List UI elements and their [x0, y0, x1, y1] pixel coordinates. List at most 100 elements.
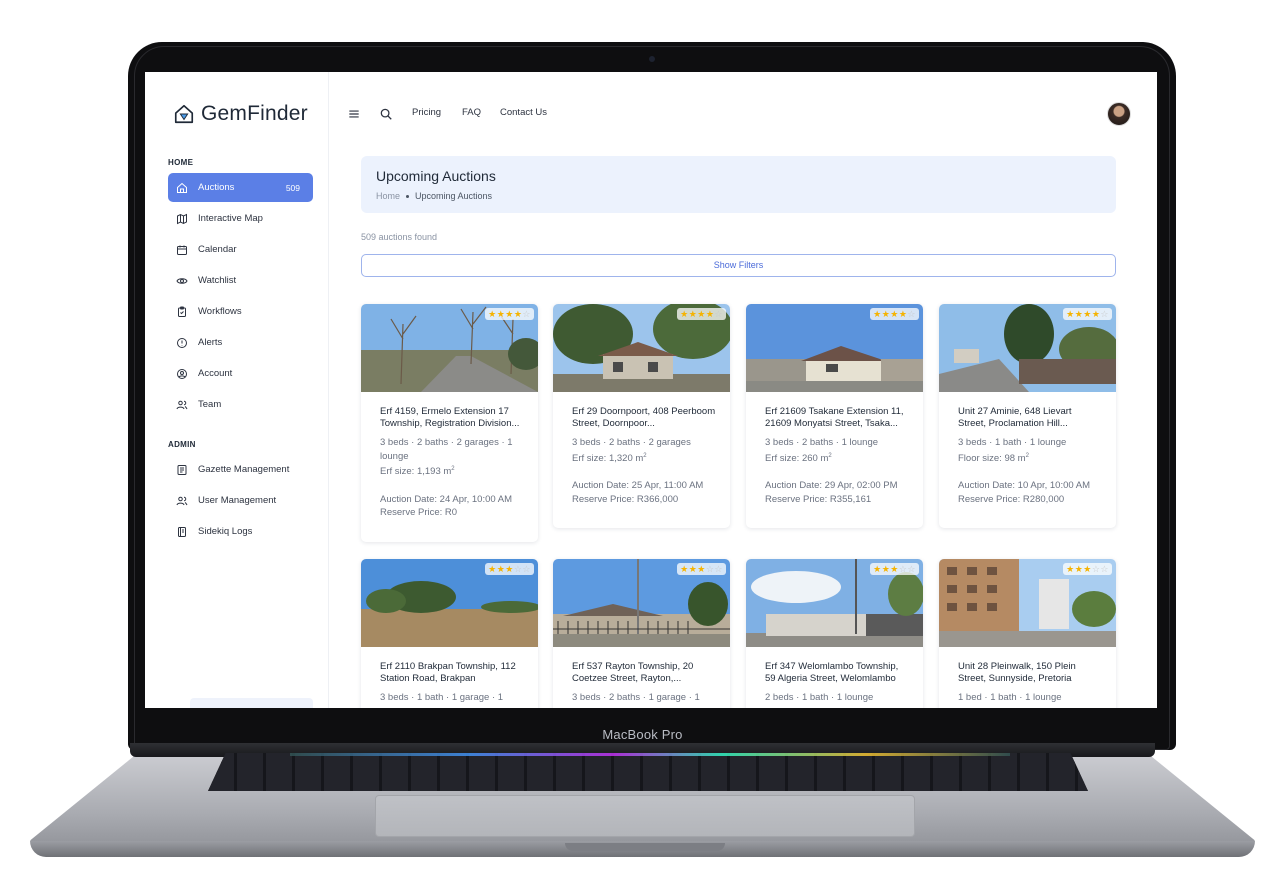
- home-icon: [177, 182, 187, 193]
- property-photo: ★★★★☆: [361, 304, 538, 392]
- reserve-price: Reserve Price: R366,000: [572, 493, 679, 505]
- property-photo: ★★★★☆: [939, 304, 1116, 392]
- auction-card[interactable]: ★★★☆☆ Erf 347 Welomlambo Township, 59 Al…: [746, 559, 923, 708]
- users-icon: [176, 496, 188, 505]
- sidebar-item-label: Alerts: [198, 337, 223, 348]
- card-features: 3 beds · 2 baths · 1 lounge: [765, 437, 879, 448]
- sidebar-item-workflows[interactable]: Workflows: [168, 297, 313, 326]
- auction-card[interactable]: ★★★★☆ Unit 27 Aminie, 648 Lievart Street…: [939, 304, 1116, 528]
- property-photo: ★★★★☆: [553, 304, 730, 392]
- sidebar-item-sidekiq-logs[interactable]: Sidekiq Logs: [168, 517, 313, 546]
- sidebar-item-label: Workflows: [198, 306, 242, 317]
- device-label: MacBook Pro: [602, 727, 683, 742]
- property-photo: ★★★☆☆: [553, 559, 730, 647]
- search-icon[interactable]: [379, 107, 393, 121]
- nav-link-faq[interactable]: FAQ: [462, 107, 481, 118]
- rating-stars: ★★★☆☆: [870, 563, 919, 575]
- rating-stars: ★★★★☆: [1063, 308, 1112, 320]
- sidebar-item-label: Account: [198, 368, 233, 379]
- rating-stars: ★★★☆☆: [485, 563, 534, 575]
- sidebar-item-calendar[interactable]: Calendar: [168, 235, 313, 264]
- map-icon: [177, 213, 187, 224]
- show-filters-button[interactable]: Show Filters: [361, 254, 1116, 277]
- property-photo: ★★★★☆: [746, 304, 923, 392]
- reserve-price: Reserve Price: R0: [380, 507, 458, 519]
- auction-card[interactable]: ★★★★☆ Erf 21609 Tsakane Extension 11, 21…: [746, 304, 923, 528]
- sidebar-item-gazette-management[interactable]: Gazette Management: [168, 455, 313, 484]
- auction-date: Auction Date: 29 Apr, 02:00 PM: [765, 480, 898, 492]
- auction-card[interactable]: ★★★☆☆ Erf 2110 Brakpan Township, 112 Sta…: [361, 559, 538, 708]
- card-size: Erf size: 1,193 m2: [380, 466, 455, 478]
- nav-link-pricing[interactable]: Pricing: [412, 107, 441, 118]
- app-screen: GemFinder HOME Auctions 509 Interactive …: [145, 72, 1157, 708]
- card-title: Erf 347 Welomlambo Township, 59 Algeria …: [765, 661, 899, 684]
- card-title: Erf 2110 Brakpan Township, 112 Station R…: [380, 661, 516, 684]
- page-header: Upcoming Auctions Home Upcoming Auctions: [361, 156, 1116, 213]
- card-title: Unit 27 Aminie, 648 Lievart Street, Proc…: [958, 406, 1072, 429]
- card-size: Erf size: 1,320 m2: [572, 452, 647, 464]
- logo[interactable]: GemFinder: [173, 102, 308, 126]
- sidebar: GemFinder HOME Auctions 509 Interactive …: [145, 72, 329, 708]
- breadcrumb-home[interactable]: Home: [376, 191, 400, 201]
- sidebar-item-auctions[interactable]: Auctions 509: [168, 173, 313, 202]
- sidebar-item-label: Interactive Map: [198, 213, 263, 224]
- auction-card[interactable]: ★★★☆☆ Erf 537 Rayton Township, 20 Coetze…: [553, 559, 730, 708]
- reserve-price: Reserve Price: R280,000: [958, 493, 1065, 505]
- sidebar-item-label: Calendar: [198, 244, 237, 255]
- sidebar-item-label: Auctions: [198, 182, 235, 193]
- nav-link-contact-us[interactable]: Contact Us: [500, 107, 547, 118]
- page-title: Upcoming Auctions: [376, 168, 496, 184]
- rating-stars: ★★★☆☆: [677, 563, 726, 575]
- laptop-base: [30, 743, 1255, 863]
- auction-date: Auction Date: 10 Apr, 10:00 AM: [958, 480, 1091, 492]
- keyboard: [208, 753, 1088, 791]
- auction-card[interactable]: ★★★☆☆ Unit 28 Pleinwalk, 150 Plein Stree…: [939, 559, 1116, 708]
- touch-bar: [290, 753, 1010, 756]
- card-title: Erf 29 Doornpoort, 408 Peerboom Street, …: [572, 406, 716, 429]
- sidebar-item-label: Watchlist: [198, 275, 237, 286]
- card-features: 1 bed · 1 bath · 1 lounge: [958, 692, 1062, 703]
- auction-card[interactable]: ★★★★☆ Erf 29 Doornpoort, 408 Peerboom St…: [553, 304, 730, 528]
- breadcrumb-current: Upcoming Auctions: [415, 191, 493, 201]
- rating-stars: ★★★☆☆: [1063, 563, 1112, 575]
- property-photo: ★★★☆☆: [361, 559, 538, 647]
- results-count: 509 auctions found: [361, 232, 438, 242]
- sidebar-item-user-management[interactable]: User Management: [168, 486, 313, 515]
- sidebar-item-label: Gazette Management: [198, 464, 290, 475]
- menu-icon[interactable]: [347, 107, 361, 121]
- sidebar-item-account[interactable]: Account: [168, 359, 313, 388]
- card-title: Erf 21609 Tsakane Extension 11, 21609 Mo…: [765, 406, 904, 429]
- sidebar-item-label: User Management: [198, 495, 277, 506]
- newspaper-icon: [177, 464, 187, 475]
- card-title: Erf 4159, Ermelo Extension 17 Township, …: [380, 406, 520, 429]
- auctions-count-badge: 509: [285, 182, 300, 193]
- sidebar-item-alerts[interactable]: Alerts: [168, 328, 313, 357]
- auction-date: Auction Date: 24 Apr, 10:00 AM: [380, 493, 513, 505]
- property-photo: ★★★☆☆: [939, 559, 1116, 647]
- card-size: Erf size: 260 m2: [765, 452, 832, 464]
- card-features: 3 beds · 2 baths · 2 garages: [572, 437, 691, 448]
- sidebar-item-label: Sidekiq Logs: [198, 526, 253, 537]
- log-icon: [178, 526, 186, 537]
- auction-card[interactable]: ★★★★☆ Erf 4159, Ermelo Extension 17 Town…: [361, 304, 538, 542]
- property-photo: ★★★☆☆: [746, 559, 923, 647]
- calendar-icon: [177, 245, 187, 255]
- card-title: Erf 537 Rayton Township, 20 Coetzee Stre…: [572, 661, 694, 684]
- section-title-home: HOME: [168, 158, 194, 167]
- card-features: 2 beds · 1 bath · 1 lounge: [765, 692, 874, 703]
- eye-icon: [176, 277, 188, 284]
- sidebar-item-interactive-map[interactable]: Interactive Map: [168, 204, 313, 233]
- users-icon: [176, 400, 188, 409]
- rating-stars: ★★★★☆: [677, 308, 726, 320]
- trackpad: [375, 795, 915, 837]
- sidebar-item-team[interactable]: Team: [168, 390, 313, 419]
- user-circle-icon: [177, 368, 187, 379]
- rating-stars: ★★★★☆: [870, 308, 919, 320]
- breadcrumb-separator: [406, 194, 410, 198]
- brand-name: GemFinder: [201, 102, 308, 125]
- avatar[interactable]: [1107, 102, 1131, 126]
- sidebar-item-watchlist[interactable]: Watchlist: [168, 266, 313, 295]
- sidebar-item-label: Team: [198, 399, 222, 410]
- card-title: Unit 28 Pleinwalk, 150 Plein Street, Sun…: [958, 661, 1076, 684]
- sidebar-footer-card: [190, 698, 313, 708]
